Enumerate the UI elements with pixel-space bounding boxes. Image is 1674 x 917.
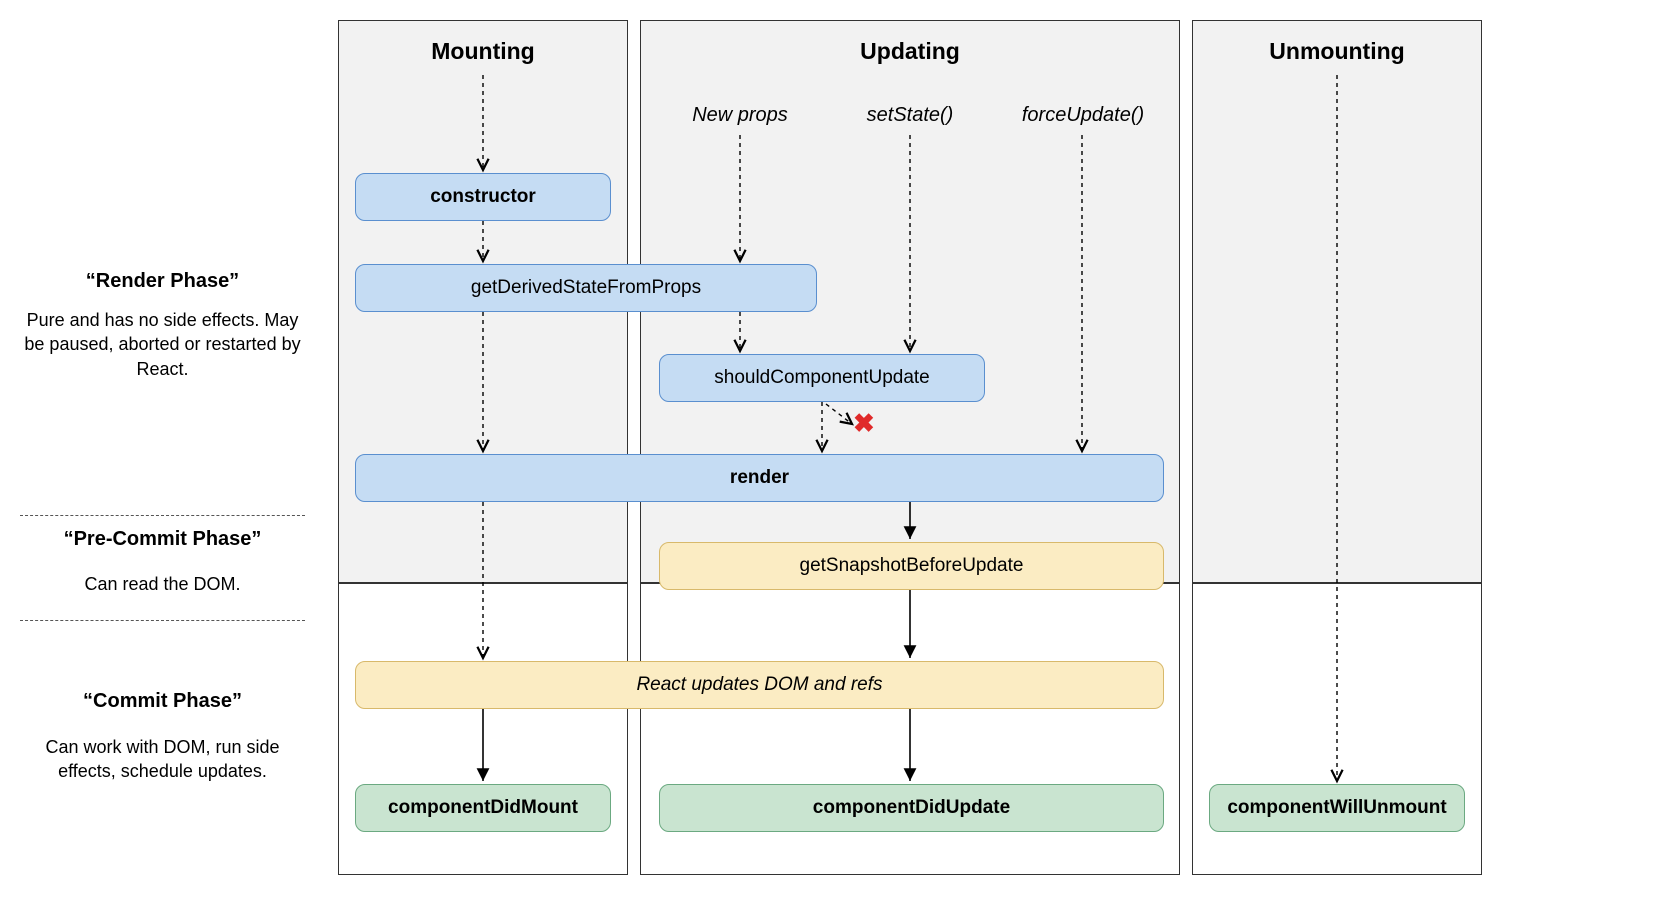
box-getderivedstatefromprops[interactable]: getDerivedStateFromProps <box>355 264 817 312</box>
phase-render-title: “Render Phase” <box>20 270 305 293</box>
box-getsnapshotbeforeupdate[interactable]: getSnapshotBeforeUpdate <box>659 542 1164 590</box>
phase-separator-2 <box>20 620 305 621</box>
unmounting-heading: Unmounting <box>1192 38 1482 65</box>
phase-precommit-desc: Can read the DOM. <box>20 572 305 596</box>
unmounting-column-top <box>1192 20 1482 583</box>
box-react-updates-dom: React updates DOM and refs <box>355 661 1164 709</box>
box-render[interactable]: render <box>355 454 1164 502</box>
box-componentwillunmount[interactable]: componentWillUnmount <box>1209 784 1465 832</box>
mounting-heading: Mounting <box>338 38 628 65</box>
box-constructor[interactable]: constructor <box>355 173 611 221</box>
box-shouldcomponentupdate[interactable]: shouldComponentUpdate <box>659 354 985 402</box>
trigger-setstate: setState() <box>830 104 990 127</box>
box-componentdidupdate[interactable]: componentDidUpdate <box>659 784 1164 832</box>
cross-icon: ✖ <box>853 408 875 439</box>
diagram-stage: “Render Phase” Pure and has no side effe… <box>20 20 1654 897</box>
trigger-forceupdate: forceUpdate() <box>998 104 1168 127</box>
box-componentdidmount[interactable]: componentDidMount <box>355 784 611 832</box>
trigger-new-props: New props <box>660 104 820 127</box>
phase-commit-title: “Commit Phase” <box>20 690 305 713</box>
updating-heading: Updating <box>640 38 1180 65</box>
phase-separator-1 <box>20 515 305 516</box>
phase-commit-desc: Can work with DOM, run side effects, sch… <box>20 735 305 784</box>
phase-precommit-title: “Pre-Commit Phase” <box>20 528 305 551</box>
phase-render-desc: Pure and has no side effects. May be pau… <box>20 308 305 381</box>
